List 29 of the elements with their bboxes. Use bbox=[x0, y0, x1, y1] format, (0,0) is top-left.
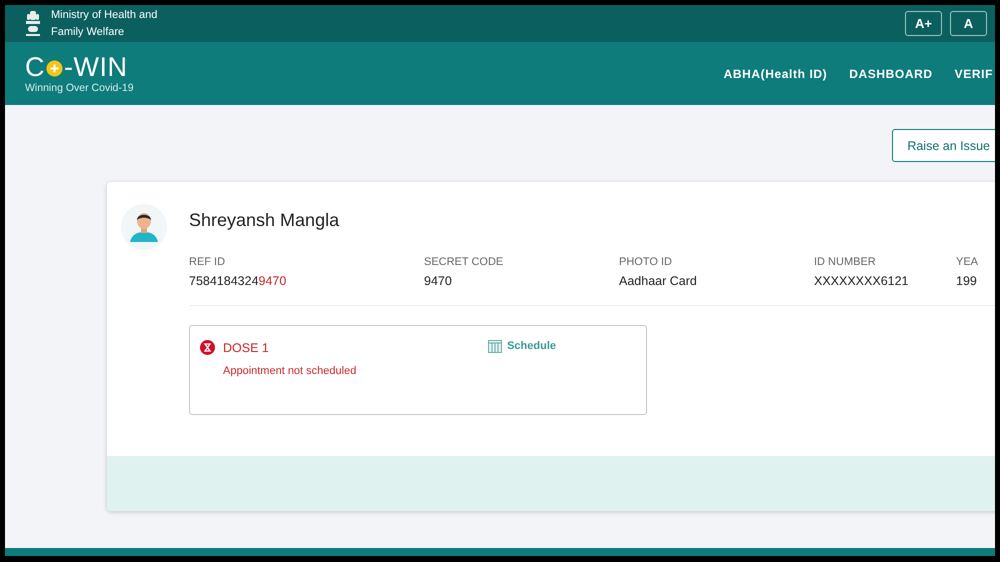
font-size-button[interactable]: A bbox=[950, 11, 987, 36]
ministry-name: Family Welfare bbox=[51, 24, 126, 40]
calendar-icon bbox=[488, 340, 502, 353]
field-value: 75841843249470 bbox=[189, 274, 288, 288]
field-label: YEA bbox=[956, 256, 980, 268]
logo-text: -WIN bbox=[64, 54, 128, 80]
logo-tagline: Winning Over Covid-19 bbox=[25, 82, 134, 94]
ministry-name: Ministry of Health and bbox=[51, 8, 158, 22]
field-value: XXXXXXXX6121 bbox=[814, 274, 910, 288]
schedule-link[interactable]: Schedule bbox=[488, 340, 556, 354]
nav-link[interactable]: ABHA(Health ID) bbox=[724, 66, 828, 80]
nav-link[interactable]: DASHBOARD bbox=[849, 66, 933, 80]
plus-circle-icon bbox=[46, 60, 63, 77]
field-value: Aadhaar Card bbox=[619, 274, 698, 288]
field-label: SECRET CODE bbox=[424, 256, 504, 268]
field-value: 9470 bbox=[424, 274, 453, 288]
dose-title: DOSE 1 bbox=[223, 340, 269, 354]
avatar-icon bbox=[121, 204, 167, 250]
dose-status: Appointment not scheduled bbox=[223, 365, 356, 377]
field-label: ID NUMBER bbox=[814, 256, 877, 268]
emblem-icon bbox=[23, 8, 43, 38]
font-size-button[interactable]: A+ bbox=[905, 11, 942, 36]
nav-link[interactable]: VERIF bbox=[954, 66, 993, 80]
field-label: REF ID bbox=[189, 256, 226, 268]
logo-text: C bbox=[25, 54, 45, 80]
raise-issue-button[interactable]: Raise an Issue bbox=[892, 129, 995, 162]
field-value: 199 bbox=[956, 274, 978, 288]
field-label: PHOTO ID bbox=[619, 256, 673, 268]
beneficiary-name: Shreyansh Mangla bbox=[189, 210, 340, 231]
